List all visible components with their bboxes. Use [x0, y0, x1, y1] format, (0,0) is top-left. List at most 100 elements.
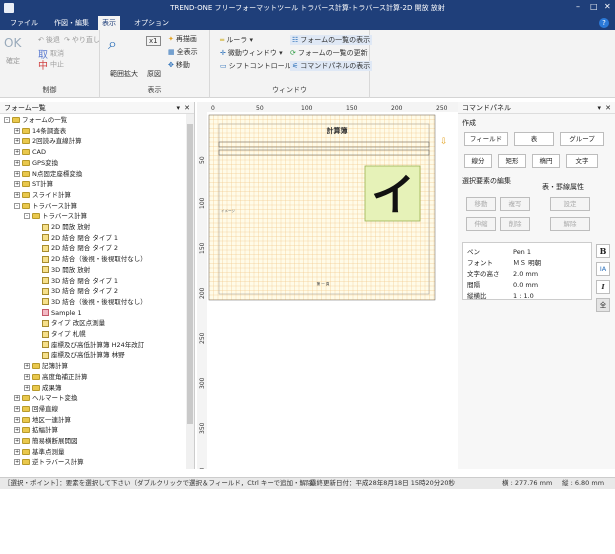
copy-element-button[interactable]: 複写 — [500, 197, 530, 211]
tree-item[interactable]: + 簡易横断展開図 — [14, 437, 78, 446]
tree-item[interactable]: 3D 結合 閉合 タイプ 1 — [34, 277, 118, 286]
collapse-icon[interactable]: - — [24, 213, 30, 220]
confirm-button[interactable]: 確定 — [6, 56, 20, 66]
cmd-close-icon[interactable]: ✕ — [605, 102, 611, 114]
field-button[interactable]: フィールド — [464, 132, 508, 146]
vertical-text-button[interactable]: IA — [596, 262, 610, 276]
zoom-range-button[interactable]: 範囲拡大 — [110, 69, 138, 79]
delete-element-button[interactable]: 削除 — [500, 217, 530, 231]
pane-close-icon[interactable]: ✕ — [184, 102, 190, 114]
tree-item[interactable]: 2D 結合 閉合 タイプ 2 — [34, 244, 118, 253]
original-button[interactable]: 原図 — [147, 69, 161, 79]
property-row[interactable]: 文字の高さ 2.0 mm — [467, 268, 538, 278]
form-list-toggle[interactable]: ☷ フォームの一覧の表示 — [290, 35, 373, 45]
expand-icon[interactable]: + — [24, 373, 30, 380]
pane-menu-icon[interactable]: ▾ — [176, 102, 180, 114]
group-button[interactable]: グループ — [560, 132, 604, 146]
expand-icon[interactable]: + — [14, 127, 20, 134]
property-row[interactable]: ペン Pen 1 — [467, 246, 531, 256]
tree-scrollbar[interactable] — [186, 114, 194, 469]
expand-icon[interactable]: + — [14, 181, 20, 188]
expand-icon[interactable]: + — [24, 363, 30, 370]
tree-item[interactable]: 3D 結合（後視・後視取付なし） — [34, 298, 147, 307]
full-width-button[interactable]: 全 — [596, 298, 610, 312]
expand-icon[interactable]: + — [14, 170, 20, 177]
expand-icon[interactable]: + — [14, 191, 20, 198]
property-row[interactable]: 間隔 0.0 mm — [467, 279, 538, 289]
line-button[interactable]: 線分 — [464, 154, 492, 168]
italic-button[interactable]: I — [596, 280, 610, 294]
tree-item[interactable]: 2D 結合 閉合 タイプ 1 — [34, 234, 118, 243]
fine-window-button[interactable]: ✛ 微動ウィンドウ ▾ — [220, 48, 283, 58]
expand-icon[interactable]: + — [14, 459, 20, 466]
rect-button[interactable]: 矩形 — [498, 154, 526, 168]
collapse-icon[interactable]: - — [4, 117, 10, 123]
redo-button[interactable]: ↷ やり直し — [64, 35, 100, 45]
tree-item[interactable]: 3D 開放 放射 — [34, 266, 90, 275]
tab-options[interactable]: オプション — [130, 16, 173, 30]
table-button[interactable]: 表 — [514, 132, 554, 146]
tree-item[interactable]: + 地区一連計算 — [14, 416, 71, 425]
scroll-down-arrow-icon[interactable]: ⇩ — [440, 137, 448, 147]
cmd-menu-icon[interactable]: ▾ — [597, 102, 601, 114]
full-view-button[interactable]: ▦ 全表示 — [168, 47, 198, 57]
expand-icon[interactable]: + — [14, 448, 20, 455]
expand-icon[interactable]: + — [14, 138, 20, 145]
bold-button[interactable]: B — [596, 244, 610, 258]
tree-item[interactable]: + 成果簿 — [24, 384, 62, 393]
move-element-button[interactable]: 移動 — [466, 197, 496, 211]
close-icon[interactable]: ✕ — [604, 2, 611, 11]
expand-icon[interactable]: + — [14, 416, 20, 423]
tree-item[interactable]: + 回帰直線 — [14, 405, 58, 414]
collapse-icon[interactable]: - — [14, 202, 20, 209]
tree-item[interactable]: +14条調査表 — [14, 127, 66, 136]
expand-icon[interactable]: + — [14, 427, 20, 434]
move-button[interactable]: ✥ 移動 — [168, 60, 190, 70]
tree-item[interactable]: + 拡幅計算 — [14, 426, 58, 435]
abort-button[interactable]: 中中止 — [38, 57, 64, 73]
tree-item[interactable]: + 記簿計算 — [24, 362, 68, 371]
property-row[interactable]: フォント ＭＳ 明朝 — [467, 257, 541, 267]
undo-button[interactable]: ↶ 後退 — [38, 35, 60, 45]
tree-item[interactable]: + スライド計算 — [14, 191, 71, 200]
expand-icon[interactable]: + — [24, 384, 30, 391]
expand-icon[interactable]: + — [14, 159, 20, 166]
tree-item[interactable]: +2回読み直線計算 — [14, 137, 82, 146]
tree-item[interactable]: + ヘルマート変換 — [14, 394, 78, 403]
minimize-icon[interactable]: – — [576, 2, 580, 11]
tree-scroll-thumb[interactable] — [187, 124, 193, 424]
tree-item[interactable]: 3D 結合 閉合 タイプ 2 — [34, 287, 118, 296]
tree-item[interactable]: - トラバース計算 — [14, 202, 77, 211]
tree-item[interactable]: + 高度角補正計算 — [24, 373, 88, 382]
attr-clear-button[interactable]: 解除 — [550, 217, 590, 231]
expand-icon[interactable]: + — [14, 405, 20, 412]
tab-view[interactable]: 表示 — [98, 16, 120, 30]
tree-item[interactable]: Sample 1 — [34, 309, 82, 318]
ruler-button[interactable]: ═ ルーラ ▾ — [220, 35, 253, 45]
attr-set-button[interactable]: 設定 — [550, 197, 590, 211]
tree-item[interactable]: + N点固定座標変換 — [14, 170, 82, 179]
help-icon[interactable]: ? — [599, 18, 609, 28]
tree-item[interactable]: + 逆トラバース計算 — [14, 458, 84, 467]
shift-control-button[interactable]: ▭ シフトコントロール — [220, 61, 292, 71]
property-row[interactable]: 縦横比 1 : 1.0 — [467, 290, 534, 300]
form-update-button[interactable]: ⟳ フォームの一覧の更新 — [290, 48, 368, 58]
tree-item[interactable]: 2D 開放 放射 — [34, 223, 90, 232]
tree-item[interactable]: 2D 結合（後視・後視取付なし） — [34, 255, 147, 264]
text-button[interactable]: 文字 — [566, 154, 598, 168]
expand-icon[interactable]: + — [14, 149, 20, 156]
expand-icon[interactable]: + — [14, 395, 20, 402]
tree-item[interactable]: + CAD — [14, 148, 46, 157]
tab-draw-edit[interactable]: 作図・編集 — [50, 16, 93, 30]
tree-item[interactable]: タイプ 札幌 — [34, 330, 86, 339]
ok-button[interactable]: OK — [4, 36, 21, 50]
maximize-icon[interactable]: □ — [590, 2, 598, 11]
drawing-canvas[interactable]: 計算簿 イメージ イ 第 一 頁 ⇩ 0 50 100 150 200 250 50 100… — [197, 102, 458, 479]
expand-icon[interactable]: + — [14, 438, 20, 444]
tree-item[interactable]: - トラバース計算 — [24, 212, 87, 221]
tree-item[interactable]: + 基準点測量 — [14, 448, 65, 457]
ellipse-button[interactable]: 楕円 — [532, 154, 560, 168]
tree-item[interactable]: + GPS変換 — [14, 159, 58, 168]
resize-element-button[interactable]: 伸縮 — [466, 217, 496, 231]
tree-item[interactable]: 座標及び高低計算簿 H24年改訂 — [34, 341, 144, 350]
